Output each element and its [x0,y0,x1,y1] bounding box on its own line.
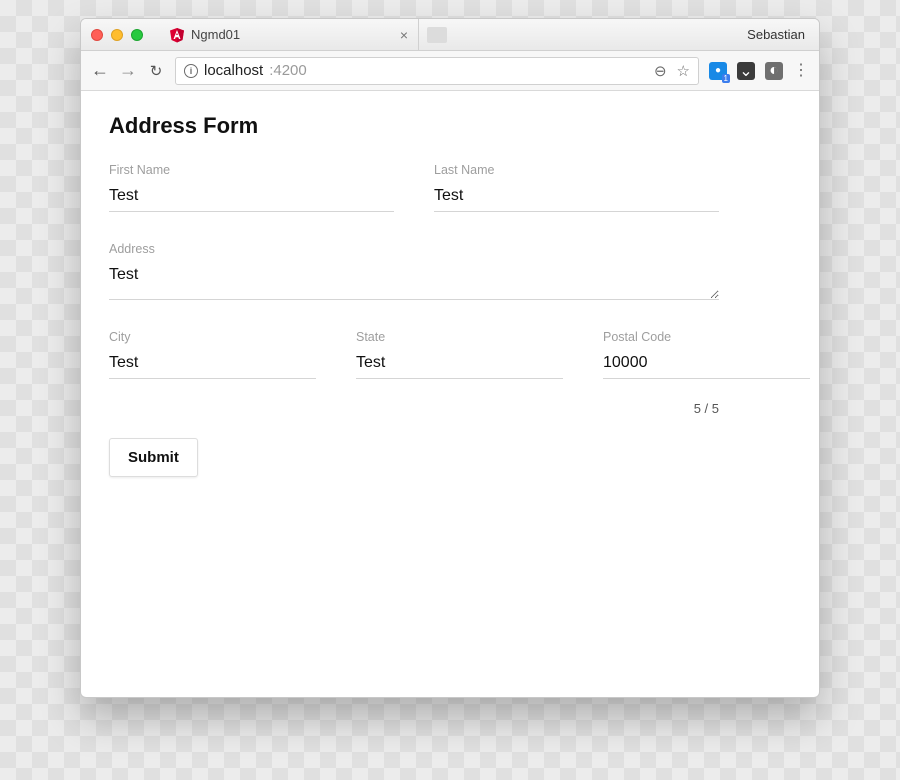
forward-button[interactable]: → [119,60,137,81]
state-field: State [356,330,563,379]
extension-icon-1[interactable]: ●1 [709,62,727,80]
new-tab-thumbnail[interactable] [427,27,447,43]
first-name-input[interactable] [109,183,394,212]
browser-toolbar: ← → ↻ i localhost :4200 ⊖ ☆ ●1 ⌄ ◐ ⋮ [81,51,819,91]
last-name-field: Last Name [434,163,719,212]
address-label: Address [109,242,719,256]
postal-input[interactable] [603,350,810,379]
first-name-label: First Name [109,163,394,177]
angular-favicon-icon [169,27,185,43]
extension-badge: 1 [722,74,730,83]
postal-label: Postal Code [603,330,810,344]
site-info-icon[interactable]: i [184,64,198,78]
first-name-field: First Name [109,163,394,212]
minimize-window-icon[interactable] [111,29,123,41]
city-field: City [109,330,316,379]
address-input[interactable] [109,262,719,300]
state-label: State [356,330,563,344]
profile-name[interactable]: Sebastian [747,27,809,42]
close-window-icon[interactable] [91,29,103,41]
maximize-window-icon[interactable] [131,29,143,41]
city-input[interactable] [109,350,316,379]
extensions-row: ●1 ⌄ ◐ ⋮ [709,62,809,80]
address-field: Address [109,242,719,300]
reload-button[interactable]: ↻ [147,62,165,80]
state-input[interactable] [356,350,563,379]
page-title: Address Form [109,113,791,139]
titlebar: Ngmd01 × Sebastian [81,19,819,51]
tab-close-icon[interactable]: × [400,27,408,43]
extension-icon-3[interactable]: ◐ [765,62,783,80]
tab-title: Ngmd01 [191,27,240,42]
last-name-label: Last Name [434,163,719,177]
zoom-out-icon[interactable]: ⊖ [654,62,667,80]
url-host: localhost [204,62,263,79]
window-controls [91,29,143,41]
browser-tab[interactable]: Ngmd01 × [159,19,419,50]
back-button[interactable]: ← [91,60,109,81]
city-label: City [109,330,316,344]
postal-field: Postal Code [603,330,810,379]
last-name-input[interactable] [434,183,719,212]
pocket-extension-icon[interactable]: ⌄ [737,62,755,80]
address-form: First Name Last Name Address City [109,163,719,477]
bookmark-star-icon[interactable]: ☆ [677,62,690,80]
url-port: :4200 [269,62,307,79]
address-bar[interactable]: i localhost :4200 ⊖ ☆ [175,57,699,85]
page-content: Address Form First Name Last Name Addres… [81,91,819,697]
browser-menu-icon[interactable]: ⋮ [793,63,809,79]
browser-window: Ngmd01 × Sebastian ← → ↻ i localhost :420… [80,18,820,698]
submit-button[interactable]: Submit [109,438,198,477]
postal-counter: 5 / 5 [109,401,719,416]
